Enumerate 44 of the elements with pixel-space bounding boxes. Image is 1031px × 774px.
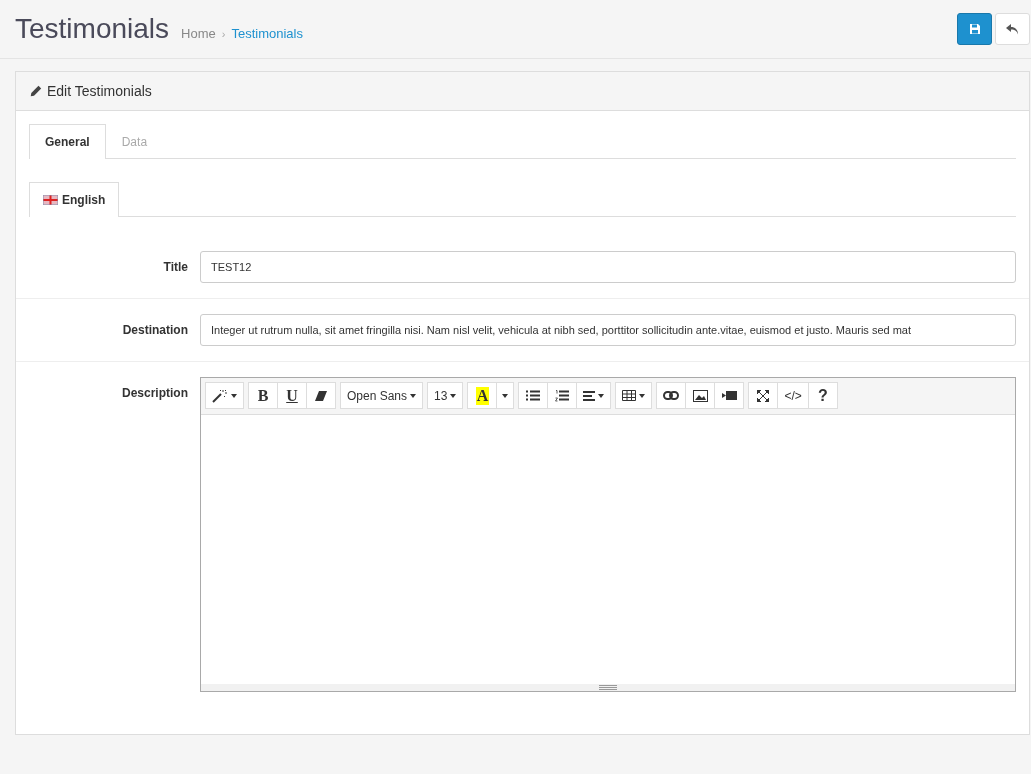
page-title: Testimonials xyxy=(15,13,170,45)
numbered-list-button[interactable] xyxy=(547,382,578,409)
magic-wand-icon xyxy=(212,388,228,403)
link-button[interactable] xyxy=(656,382,687,409)
highlight-color-button[interactable]: A xyxy=(467,382,498,409)
eraser-icon xyxy=(315,390,327,401)
numbered-list-icon xyxy=(555,389,570,402)
picture-button[interactable] xyxy=(685,382,716,409)
pencil-icon xyxy=(30,85,42,97)
table-icon xyxy=(622,390,637,401)
fullscreen-button[interactable] xyxy=(748,382,779,409)
magic-wand-button[interactable] xyxy=(205,382,244,409)
help-button[interactable]: ? xyxy=(807,382,838,409)
field-label: Destination xyxy=(121,322,189,339)
bullet-list-button[interactable] xyxy=(518,382,549,409)
tab[interactable]: General xyxy=(29,124,106,159)
language-tab[interactable]: English xyxy=(29,182,120,217)
flag-icon xyxy=(43,195,58,205)
table-button[interactable] xyxy=(615,382,653,409)
video-camera-icon xyxy=(721,391,737,400)
underline-button[interactable]: U xyxy=(277,382,307,409)
grip-icon xyxy=(599,685,617,690)
font-family-dropdown[interactable]: Open Sans xyxy=(340,382,424,409)
back-button[interactable] xyxy=(995,13,1030,45)
reply-arrow-icon xyxy=(1006,23,1019,35)
link-icon xyxy=(663,391,680,400)
panel-title: Edit Testimonials xyxy=(47,83,152,99)
code-view-button[interactable]: </> xyxy=(777,382,809,409)
save-button[interactable] xyxy=(957,13,992,45)
video-button[interactable] xyxy=(714,382,745,409)
field-label: Title xyxy=(162,259,189,276)
bold-button[interactable]: B xyxy=(248,382,278,409)
align-button[interactable] xyxy=(576,382,612,409)
text-input[interactable]: TEST12 xyxy=(200,251,1016,283)
field-label: Description xyxy=(121,385,189,402)
align-left-icon xyxy=(583,390,596,401)
text-input[interactable]: Integer ut rutrum nulla, sit amet fringilla nisi. Nam nisl velit, vehicula at nibh sed, porttitor sollicitudin ante.vitae, euismod et justo. Mauris sed mat xyxy=(200,314,1016,346)
bullet-list-icon xyxy=(526,390,541,401)
breadcrumb-separator: › xyxy=(221,28,226,40)
dropdown-button[interactable] xyxy=(496,382,515,409)
eraser-button[interactable] xyxy=(306,382,336,409)
picture-icon xyxy=(692,389,708,402)
font-size-dropdown[interactable]: 13 xyxy=(427,382,464,409)
fullscreen-icon xyxy=(757,389,770,402)
